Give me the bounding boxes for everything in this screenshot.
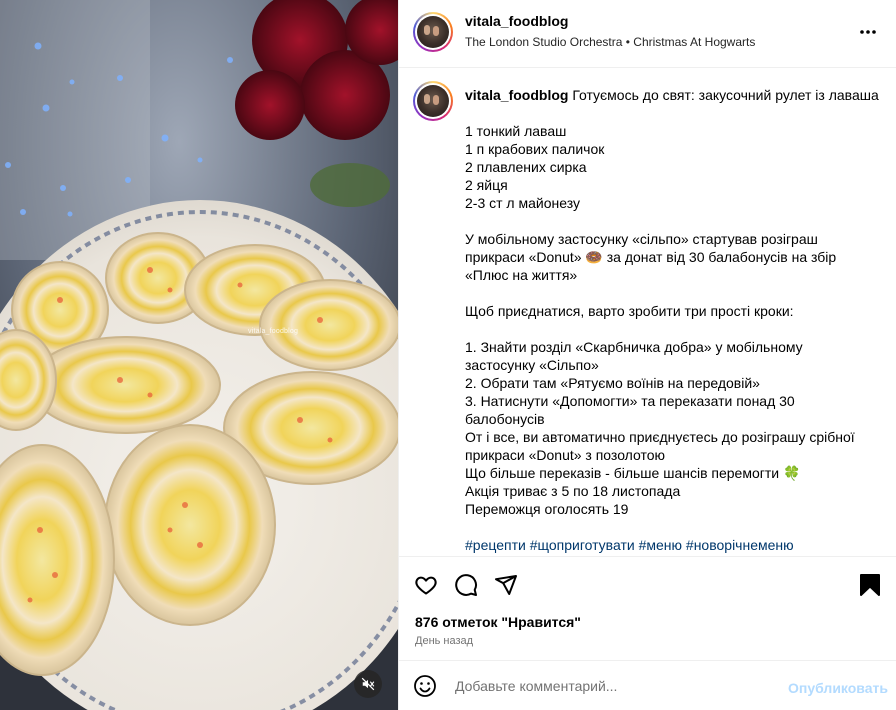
emoji-button[interactable] xyxy=(413,674,437,698)
action-bar xyxy=(399,566,896,606)
like-button[interactable] xyxy=(413,572,439,598)
caption-line xyxy=(465,320,885,338)
caption-title: Готуємось до свят: закусочний рулет із л… xyxy=(572,87,879,103)
caption-username[interactable]: vitala_foodblog xyxy=(465,87,568,103)
caption-line: «Плюс на життя» xyxy=(465,267,578,283)
caption-line: Щоб приєднатися, варто зробити три прост… xyxy=(465,303,794,319)
smiley-icon xyxy=(414,675,436,697)
publish-button[interactable]: Опубликовать xyxy=(788,680,888,696)
caption-line: 2-3 ст л майонезу xyxy=(465,195,580,211)
heart-icon xyxy=(415,576,437,595)
caption-line: Що більше переказів - більше шансів пере… xyxy=(465,465,801,481)
hashtag-link[interactable]: #новорічнеменю xyxy=(686,537,794,553)
caption-line: У мобільному застосунку «сільпо» стартув… xyxy=(465,231,818,247)
comment-input[interactable] xyxy=(455,675,775,697)
post-header: vitala_foodblog The London Studio Orches… xyxy=(399,0,896,68)
caption-line: Переможця оголосять 19 xyxy=(465,501,629,517)
more-horizontal-icon xyxy=(860,30,876,34)
caption-line: прикраси «Donut» 🍩 за донат від 30 балаб… xyxy=(465,249,837,265)
post-media[interactable]: vitala_foodblog xyxy=(0,0,398,710)
caption-line xyxy=(465,212,885,230)
post-details-panel: vitala_foodblog The London Studio Orches… xyxy=(398,0,896,710)
food-photo xyxy=(0,0,398,710)
add-comment-row: Опубликовать xyxy=(399,661,896,710)
mute-button[interactable] xyxy=(354,670,382,698)
hashtag-link[interactable]: #рецепти xyxy=(465,537,526,553)
caption-author-avatar[interactable] xyxy=(413,81,453,121)
caption-text: vitala_foodblog Готуємось до свят: закус… xyxy=(465,86,885,554)
caption-line: 1 тонкий лаваш xyxy=(465,123,567,139)
caption-line xyxy=(465,104,885,122)
bookmark-icon xyxy=(860,574,880,596)
caption-line: 2 яйця xyxy=(465,177,508,193)
comment-button[interactable] xyxy=(453,572,479,598)
caption-line: балобонусів xyxy=(465,411,545,427)
audio-track-link[interactable]: The London Studio Orchestra • Christmas … xyxy=(465,35,755,49)
post-timestamp[interactable]: День назад xyxy=(415,635,473,647)
caption-line: застосунку «Сільпо» xyxy=(465,357,599,373)
caption-line: прикраси «Donut» з позолотою xyxy=(465,447,666,463)
caption-line: Акція триває з 5 по 18 листопада xyxy=(465,483,681,499)
author-avatar[interactable] xyxy=(413,12,453,52)
more-options-button[interactable] xyxy=(859,22,877,36)
caption-scroll-area[interactable]: vitala_foodblog Готуємось до свят: закус… xyxy=(399,69,896,556)
caption-line: 3. Натиснути «Допомогти» та переказати п… xyxy=(465,393,795,409)
caption-body: 1 тонкий лаваш 1 п крабових паличок 2 плав… xyxy=(465,104,885,536)
caption-line xyxy=(465,284,885,302)
share-button[interactable] xyxy=(493,572,519,598)
hashtag-link[interactable]: #щоприготувати xyxy=(530,537,635,553)
caption-line: 1. Знайти розділ «Скарбничка добра» у мо… xyxy=(465,339,803,355)
author-username[interactable]: vitala_foodblog xyxy=(465,13,568,29)
speaker-muted-icon xyxy=(361,677,375,691)
caption-line: 1 п крабових паличок xyxy=(465,141,605,157)
caption-line xyxy=(465,518,885,536)
caption-line: От і все, ви автоматично приєднуєтесь до… xyxy=(465,429,855,445)
instagram-post-modal: vitala_foodblog vitala_foodblog The Lond… xyxy=(0,0,896,710)
caption-line: 2 плавлених сирка xyxy=(465,159,587,175)
likes-count[interactable]: 876 отметок "Нравится" xyxy=(415,614,581,630)
share-icon xyxy=(495,575,517,595)
caption-hashtags: #рецепти #щоприготувати #меню #новорічне… xyxy=(465,536,885,554)
comment-icon xyxy=(455,574,477,596)
divider xyxy=(399,556,896,557)
save-button[interactable] xyxy=(857,572,883,598)
media-watermark: vitala_foodblog xyxy=(248,328,299,335)
caption-line: 2. Обрати там «Рятуємо воїнів на передов… xyxy=(465,375,760,391)
hashtag-link[interactable]: #меню xyxy=(639,537,682,553)
